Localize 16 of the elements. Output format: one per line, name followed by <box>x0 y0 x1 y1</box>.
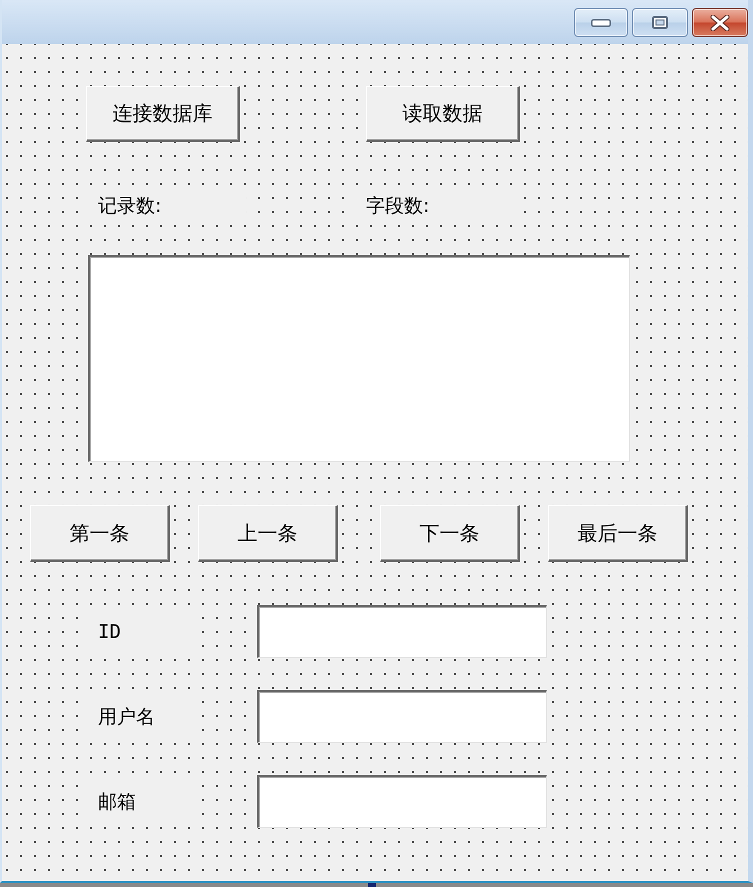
close-button[interactable] <box>692 8 748 37</box>
close-icon <box>710 14 730 30</box>
navigation-button[interactable]: 上一条 <box>198 505 338 562</box>
input-field[interactable] <box>257 605 547 658</box>
navigation-button[interactable]: 下一条 <box>380 505 520 562</box>
maximize-button[interactable] <box>632 8 688 37</box>
navigation-button[interactable]: 最后一条 <box>548 505 688 562</box>
resize-handle-icon[interactable] <box>368 883 376 887</box>
minimize-icon <box>591 18 611 26</box>
maximize-icon <box>652 16 668 29</box>
minimize-button[interactable] <box>574 8 628 37</box>
input-field[interactable] <box>257 775 547 828</box>
navigation-button[interactable]: 第一条 <box>30 505 170 562</box>
input-field[interactable] <box>257 690 547 743</box>
action-button[interactable]: 读取数据 <box>366 86 520 142</box>
action-button[interactable]: 连接数据库 <box>86 86 240 142</box>
